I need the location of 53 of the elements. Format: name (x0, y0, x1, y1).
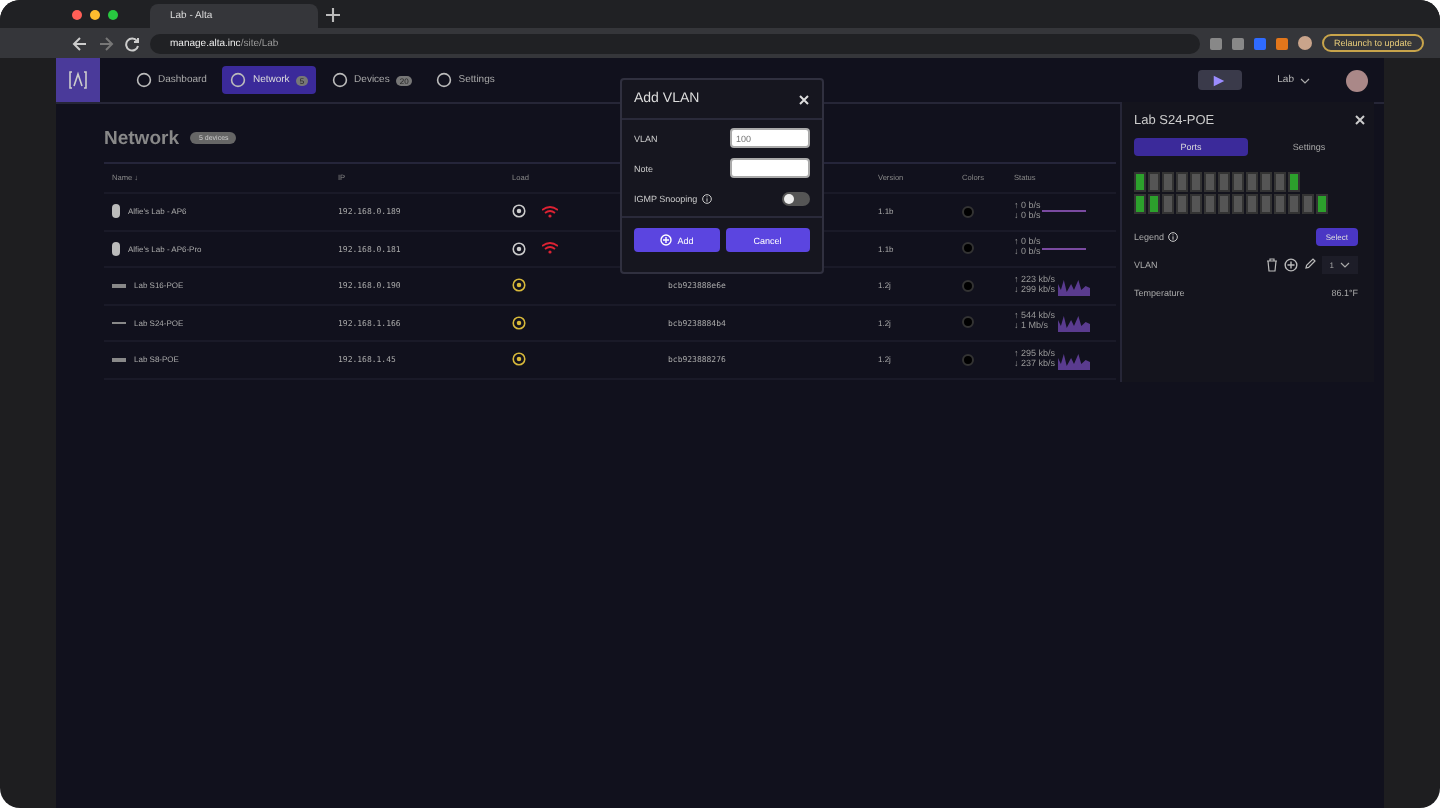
gauge-icon (512, 352, 526, 367)
gauge-icon (512, 315, 526, 330)
access-point-icon (112, 241, 120, 256)
play-icon (1212, 73, 1227, 87)
traffic-sparkline (1042, 210, 1087, 213)
profile-avatar[interactable] (1297, 36, 1312, 50)
close-icon[interactable] (798, 93, 810, 105)
nav-item-icon (436, 72, 453, 88)
nav-item-icon (332, 72, 349, 88)
wifi-icon (542, 205, 558, 218)
edit-icon[interactable] (1303, 258, 1316, 270)
reload-icon[interactable] (124, 35, 140, 51)
color-dot (962, 353, 974, 366)
color-dot (962, 279, 974, 292)
trash-icon[interactable] (1265, 257, 1278, 271)
chevron-down-icon (1340, 261, 1350, 267)
info-icon[interactable] (1168, 231, 1179, 241)
wifi-icon (542, 242, 558, 255)
device-button[interactable] (1197, 70, 1242, 90)
new-tab-icon[interactable] (326, 7, 340, 21)
color-dot (962, 205, 974, 218)
user-avatar[interactable] (1346, 69, 1368, 91)
nav-item-icon (136, 72, 152, 88)
chevron-down-icon (1300, 77, 1310, 83)
text-field[interactable] (730, 158, 810, 178)
add-icon (659, 234, 672, 246)
maximize-window-button[interactable] (108, 9, 118, 19)
port-icon[interactable] (1316, 194, 1328, 214)
close-icon[interactable] (1354, 114, 1366, 126)
forward-icon[interactable] (98, 35, 114, 51)
gauge-icon (512, 204, 526, 219)
color-dot (962, 316, 974, 329)
access-point-icon (112, 204, 120, 219)
app-logo[interactable] (56, 58, 100, 102)
info-icon[interactable] (701, 193, 712, 203)
minimize-window-button[interactable] (90, 9, 100, 19)
port-icon[interactable] (1148, 194, 1160, 214)
color-dot (962, 242, 974, 255)
back-icon[interactable] (72, 35, 88, 51)
gauge-icon (512, 241, 526, 256)
gauge-icon (512, 278, 526, 293)
page-title: Network (104, 127, 179, 149)
add-icon[interactable] (1283, 257, 1298, 271)
traffic-sparkline (1042, 247, 1087, 250)
traffic-sparkline (1057, 312, 1090, 333)
close-window-button[interactable] (72, 9, 82, 19)
port-icon[interactable] (1134, 172, 1146, 192)
nav-item-icon (230, 72, 247, 88)
traffic-sparkline (1057, 349, 1090, 370)
toggle-switch[interactable] (782, 191, 810, 205)
traffic-sparkline (1057, 275, 1090, 296)
port-icon[interactable] (1288, 172, 1300, 192)
port-icon[interactable] (1134, 194, 1146, 214)
